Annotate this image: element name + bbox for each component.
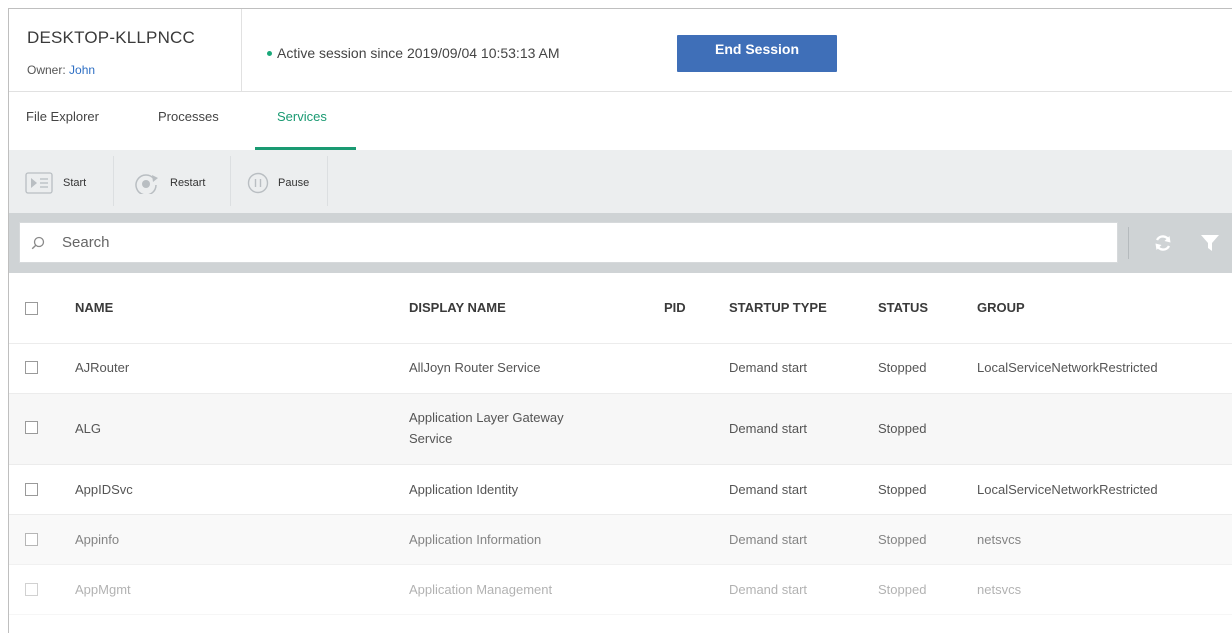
select-all-checkbox[interactable] <box>25 302 38 315</box>
table-row[interactable]: AJRouter AllJoyn Router Service Demand s… <box>9 343 1232 394</box>
filter-icon <box>1201 235 1219 251</box>
table-row[interactable]: Appinfo Application Information Demand s… <box>9 515 1232 565</box>
service-startup-type: Demand start <box>729 482 808 497</box>
column-header-group[interactable]: GROUP <box>977 300 1025 315</box>
restart-icon <box>135 174 158 194</box>
session-status: Active session since 2019/09/04 10:53:13… <box>267 45 560 61</box>
search-input[interactable] <box>62 223 1102 262</box>
service-status: Stopped <box>878 482 927 497</box>
refresh-icon <box>1155 235 1171 251</box>
pause-label: Pause <box>278 177 310 189</box>
service-display-name: AllJoyn Router Service <box>409 360 541 375</box>
remote-tools-window: DESKTOP-KLLPNCC Owner: John Active sessi… <box>8 8 1232 633</box>
start-button[interactable]: Start <box>25 172 86 194</box>
start-label: Start <box>63 177 87 189</box>
service-status: Stopped <box>878 582 927 597</box>
refresh-button[interactable] <box>1153 233 1173 258</box>
active-status-dot-icon <box>267 50 272 56</box>
row-checkbox[interactable] <box>25 421 38 434</box>
service-group: netsvcs <box>977 532 1022 547</box>
toolbar-divider <box>327 156 328 206</box>
column-header-display-name[interactable]: DISPLAY NAME <box>409 300 506 315</box>
filter-button[interactable] <box>1200 233 1220 258</box>
table-row[interactable]: AppIDSvc Application Identity Demand sta… <box>9 465 1232 515</box>
service-status: Stopped <box>878 532 927 547</box>
service-startup-type: Demand start <box>729 421 808 436</box>
session-status-text: Active session since 2019/09/04 10:53:13… <box>277 45 560 61</box>
service-name: AJRouter <box>75 360 130 375</box>
tab-file-explorer[interactable]: File Explorer <box>26 109 99 124</box>
owner-info: Owner: John <box>27 63 95 77</box>
row-checkbox[interactable] <box>25 483 38 496</box>
searchbar-divider <box>1128 227 1129 259</box>
services-toolbar: Start Restart Pause <box>9 150 1232 213</box>
row-checkbox[interactable] <box>25 361 38 374</box>
search-bar <box>9 213 1232 273</box>
service-group: netsvcs <box>977 582 1022 597</box>
device-info-panel: DESKTOP-KLLPNCC Owner: John <box>9 9 242 91</box>
toolbar-divider <box>113 156 114 206</box>
session-header: DESKTOP-KLLPNCC Owner: John Active sessi… <box>9 9 1232 92</box>
service-startup-type: Demand start <box>729 532 808 547</box>
owner-label: Owner: <box>27 63 66 77</box>
table-row[interactable]: AppMgmt Application Management Demand st… <box>9 565 1232 615</box>
service-group: LocalServiceNetworkRestricted <box>977 482 1158 497</box>
restart-label: Restart <box>170 177 206 189</box>
service-status: Stopped <box>878 360 927 375</box>
column-header-status[interactable]: STATUS <box>878 300 928 315</box>
search-icon <box>31 236 45 250</box>
search-box <box>19 222 1118 263</box>
column-header-startup-type[interactable]: STARTUP TYPE <box>729 300 827 315</box>
service-display-name: Application Layer Gateway <box>409 410 564 425</box>
tab-services[interactable]: Services <box>277 109 327 124</box>
restart-button[interactable]: Restart <box>131 172 205 194</box>
service-display-name-line2: Service <box>409 431 453 446</box>
service-display-name: Application Identity <box>409 482 519 497</box>
service-startup-type: Demand start <box>729 360 808 375</box>
start-icon <box>25 172 53 194</box>
service-name: ALG <box>75 421 102 436</box>
column-header-pid[interactable]: PID <box>664 300 686 315</box>
column-header-name[interactable]: NAME <box>75 300 113 315</box>
service-display-name: Application Management <box>409 582 553 597</box>
service-status: Stopped <box>878 421 927 436</box>
service-startup-type: Demand start <box>729 582 808 597</box>
service-name: Appinfo <box>75 532 120 547</box>
end-session-button[interactable]: End Session <box>677 35 837 72</box>
owner-link[interactable]: John <box>69 63 95 77</box>
end-session-label: End Session <box>714 40 800 57</box>
service-group: LocalServiceNetworkRestricted <box>977 360 1158 375</box>
service-display-name: Application Information <box>409 532 542 547</box>
row-checkbox[interactable] <box>25 583 38 596</box>
pause-icon <box>247 172 269 194</box>
table-row[interactable]: ALG Application Layer Gateway Service De… <box>9 394 1232 465</box>
device-name: DESKTOP-KLLPNCC <box>27 28 196 47</box>
row-checkbox[interactable] <box>25 533 38 546</box>
service-name: AppMgmt <box>75 582 131 597</box>
toolbar-divider <box>230 156 231 206</box>
tab-bar: File Explorer Processes Services <box>9 92 1232 150</box>
tab-processes[interactable]: Processes <box>158 109 219 124</box>
service-name: AppIDSvc <box>75 482 133 497</box>
pause-button[interactable]: Pause <box>247 172 309 194</box>
table-header-row: NAME DISPLAY NAME PID STARTUP TYPE STATU… <box>9 273 1232 344</box>
